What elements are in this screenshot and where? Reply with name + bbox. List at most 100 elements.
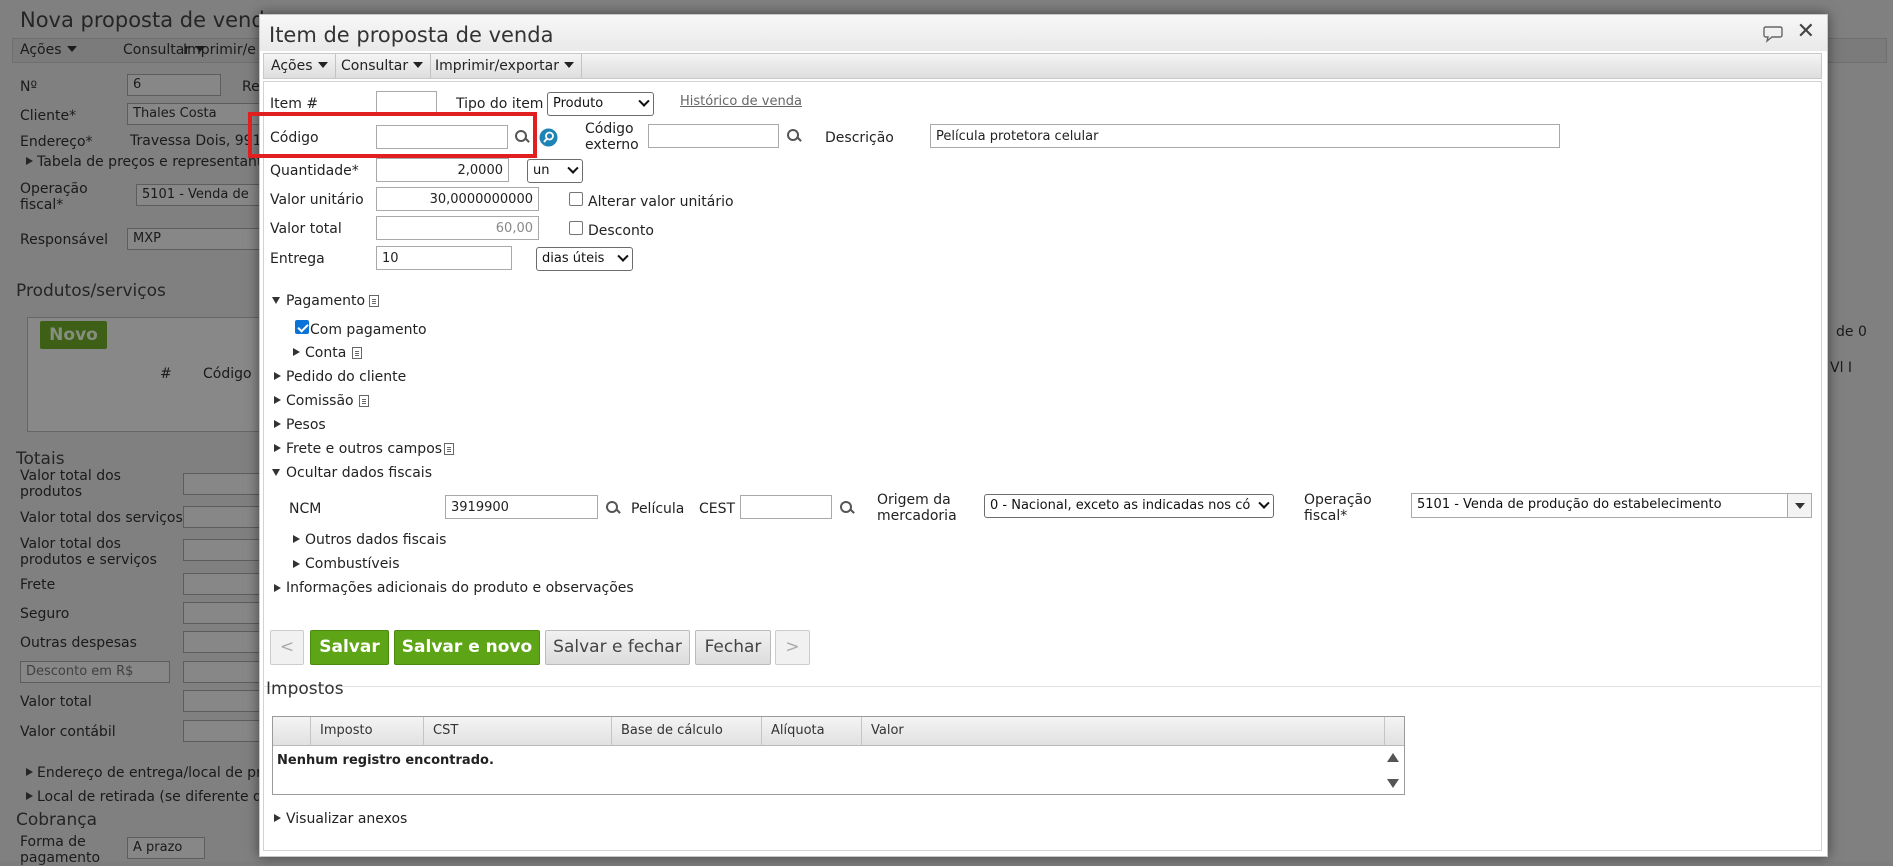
quantidade-label: Quantidade*	[270, 163, 359, 179]
pagamento-toggle[interactable]: Pagamento	[286, 293, 365, 309]
scroll-column-header	[1384, 717, 1404, 746]
frete-toggle[interactable]: Frete e outros campos	[286, 441, 442, 457]
ncm-label: NCM	[289, 501, 322, 517]
com-pagamento-checkbox[interactable]	[295, 320, 309, 334]
impostos-table: Imposto CST Base de cálculo Alíquota Val…	[272, 716, 1405, 795]
dialog-titlebar: Item de proposta de venda ✕	[260, 15, 1827, 51]
info-adicionais-toggle[interactable]: Informações adicionais do produto e obse…	[286, 580, 634, 596]
comissao-toggle[interactable]: Comissão	[286, 393, 354, 409]
ocultar-dados-fiscais-toggle[interactable]: Ocultar dados fiscais	[286, 465, 432, 481]
cest-label: CEST	[699, 501, 736, 517]
product-lookup-icon[interactable]	[539, 128, 558, 147]
com-pagamento-label: Com pagamento	[310, 322, 427, 338]
frete-doc-icon[interactable]	[444, 443, 454, 455]
dialog-menubar: Ações Consultar Imprimir/exportar	[263, 53, 1822, 79]
anexos-expand-icon	[274, 814, 281, 822]
entrega-unidade-select[interactable]: dias úteis	[536, 247, 633, 271]
ncm-input[interactable]	[445, 495, 598, 519]
quantidade-input[interactable]	[376, 158, 509, 182]
ocultar-collapse-icon	[272, 469, 280, 476]
ncm-description: Película	[631, 501, 685, 517]
valor-column-header[interactable]: Valor	[861, 717, 1384, 746]
origem-select[interactable]: 0 - Nacional, exceto as indicadas nos có	[984, 494, 1274, 518]
descricao-label: Descrição	[825, 130, 894, 146]
chevron-down-icon	[567, 162, 579, 174]
info-adicionais-expand-icon	[274, 584, 281, 592]
valor-unitario-label: Valor unitário	[270, 192, 364, 208]
conta-toggle[interactable]: Conta	[305, 345, 346, 361]
historico-venda-link[interactable]: Histórico de venda	[680, 94, 802, 109]
impostos-heading: Impostos	[266, 679, 344, 699]
salvar-e-novo-button[interactable]: Salvar e novo	[394, 630, 540, 665]
origem-label: Origem da mercadoria	[877, 492, 957, 524]
tipo-item-label: Tipo do item	[456, 96, 544, 112]
descricao-input[interactable]	[930, 124, 1560, 148]
scroll-down-icon[interactable]	[1387, 779, 1399, 788]
alterar-valor-label: Alterar valor unitário	[588, 194, 734, 210]
outros-dados-fiscais-toggle[interactable]: Outros dados fiscais	[305, 532, 446, 548]
conta-expand-icon	[293, 348, 300, 356]
base-calculo-column-header[interactable]: Base de cálculo	[611, 717, 761, 746]
operacao-fiscal-combo[interactable]: 5101 - Venda de produção do estabelecime…	[1411, 493, 1812, 518]
pedido-cliente-toggle[interactable]: Pedido do cliente	[286, 369, 406, 385]
close-icon[interactable]: ✕	[1797, 21, 1815, 43]
comment-icon[interactable]	[1763, 25, 1783, 43]
menu-imprimir-exportar[interactable]: Imprimir/exportar	[428, 54, 582, 78]
codigo-label: Código	[270, 130, 319, 146]
operacao-dropdown-button[interactable]	[1787, 494, 1811, 517]
impostos-empty-message: Nenhum registro encontrado.	[277, 753, 494, 768]
desconto-label: Desconto	[588, 223, 654, 239]
visualizar-anexos-toggle[interactable]: Visualizar anexos	[286, 811, 407, 827]
dialog-title: Item de proposta de venda	[269, 23, 554, 47]
pedido-expand-icon	[274, 372, 281, 380]
unidade-select[interactable]: un	[527, 159, 583, 183]
salvar-button[interactable]: Salvar	[310, 630, 389, 665]
ncm-search-icon[interactable]	[605, 500, 621, 516]
pagamento-doc-icon[interactable]	[369, 295, 379, 307]
operacao-fiscal-label: Operação fiscal*	[1304, 492, 1372, 524]
menu-acoes[interactable]: Ações	[264, 54, 336, 78]
valor-total-label: Valor total	[270, 221, 342, 237]
triangle-down-icon	[1795, 503, 1805, 509]
alterar-valor-checkbox[interactable]	[569, 192, 583, 206]
codigo-input[interactable]	[376, 125, 508, 149]
valor-total-input[interactable]	[376, 216, 539, 240]
codigo-externo-input[interactable]	[648, 124, 779, 148]
scroll-up-icon[interactable]	[1387, 753, 1399, 762]
chevron-down-icon	[1258, 497, 1270, 509]
aliquota-column-header[interactable]: Alíquota	[761, 717, 861, 746]
desconto-checkbox[interactable]	[569, 221, 583, 235]
entrega-input[interactable]	[376, 246, 512, 270]
tipo-item-select[interactable]: Produto	[547, 92, 654, 116]
salvar-e-fechar-button[interactable]: Salvar e fechar	[545, 630, 690, 665]
menu-consultar[interactable]: Consultar	[334, 54, 432, 78]
pagamento-collapse-icon	[272, 297, 280, 304]
impostos-table-header: Imposto CST Base de cálculo Alíquota Val…	[273, 717, 1404, 746]
cst-column-header[interactable]: CST	[423, 717, 611, 746]
item-number-input[interactable]	[376, 91, 437, 115]
entrega-label: Entrega	[270, 251, 325, 267]
pesos-expand-icon	[274, 420, 281, 428]
cest-search-icon[interactable]	[839, 500, 855, 516]
comissao-doc-icon[interactable]	[359, 395, 369, 407]
combustiveis-toggle[interactable]: Combustíveis	[305, 556, 400, 572]
combustiveis-expand-icon	[293, 560, 300, 568]
impostos-divider	[263, 686, 1822, 687]
outros-fiscais-expand-icon	[293, 535, 300, 543]
valor-unitario-input[interactable]	[376, 187, 539, 211]
previous-button[interactable]: <	[270, 630, 304, 665]
next-button[interactable]: >	[775, 630, 810, 665]
codigo-externo-label: Código externo	[585, 121, 639, 153]
cest-input[interactable]	[740, 495, 832, 519]
frete-expand-icon	[274, 444, 281, 452]
chevron-down-icon	[638, 95, 650, 107]
codigo-externo-search-icon[interactable]	[786, 128, 802, 144]
comissao-expand-icon	[274, 396, 281, 404]
fechar-button[interactable]: Fechar	[695, 630, 771, 665]
chevron-down-icon	[617, 250, 629, 262]
conta-doc-icon[interactable]	[352, 347, 362, 359]
imposto-column-header[interactable]: Imposto	[310, 717, 423, 746]
codigo-search-icon[interactable]	[514, 129, 530, 145]
select-column-header[interactable]	[273, 717, 310, 746]
pesos-toggle[interactable]: Pesos	[286, 417, 326, 433]
